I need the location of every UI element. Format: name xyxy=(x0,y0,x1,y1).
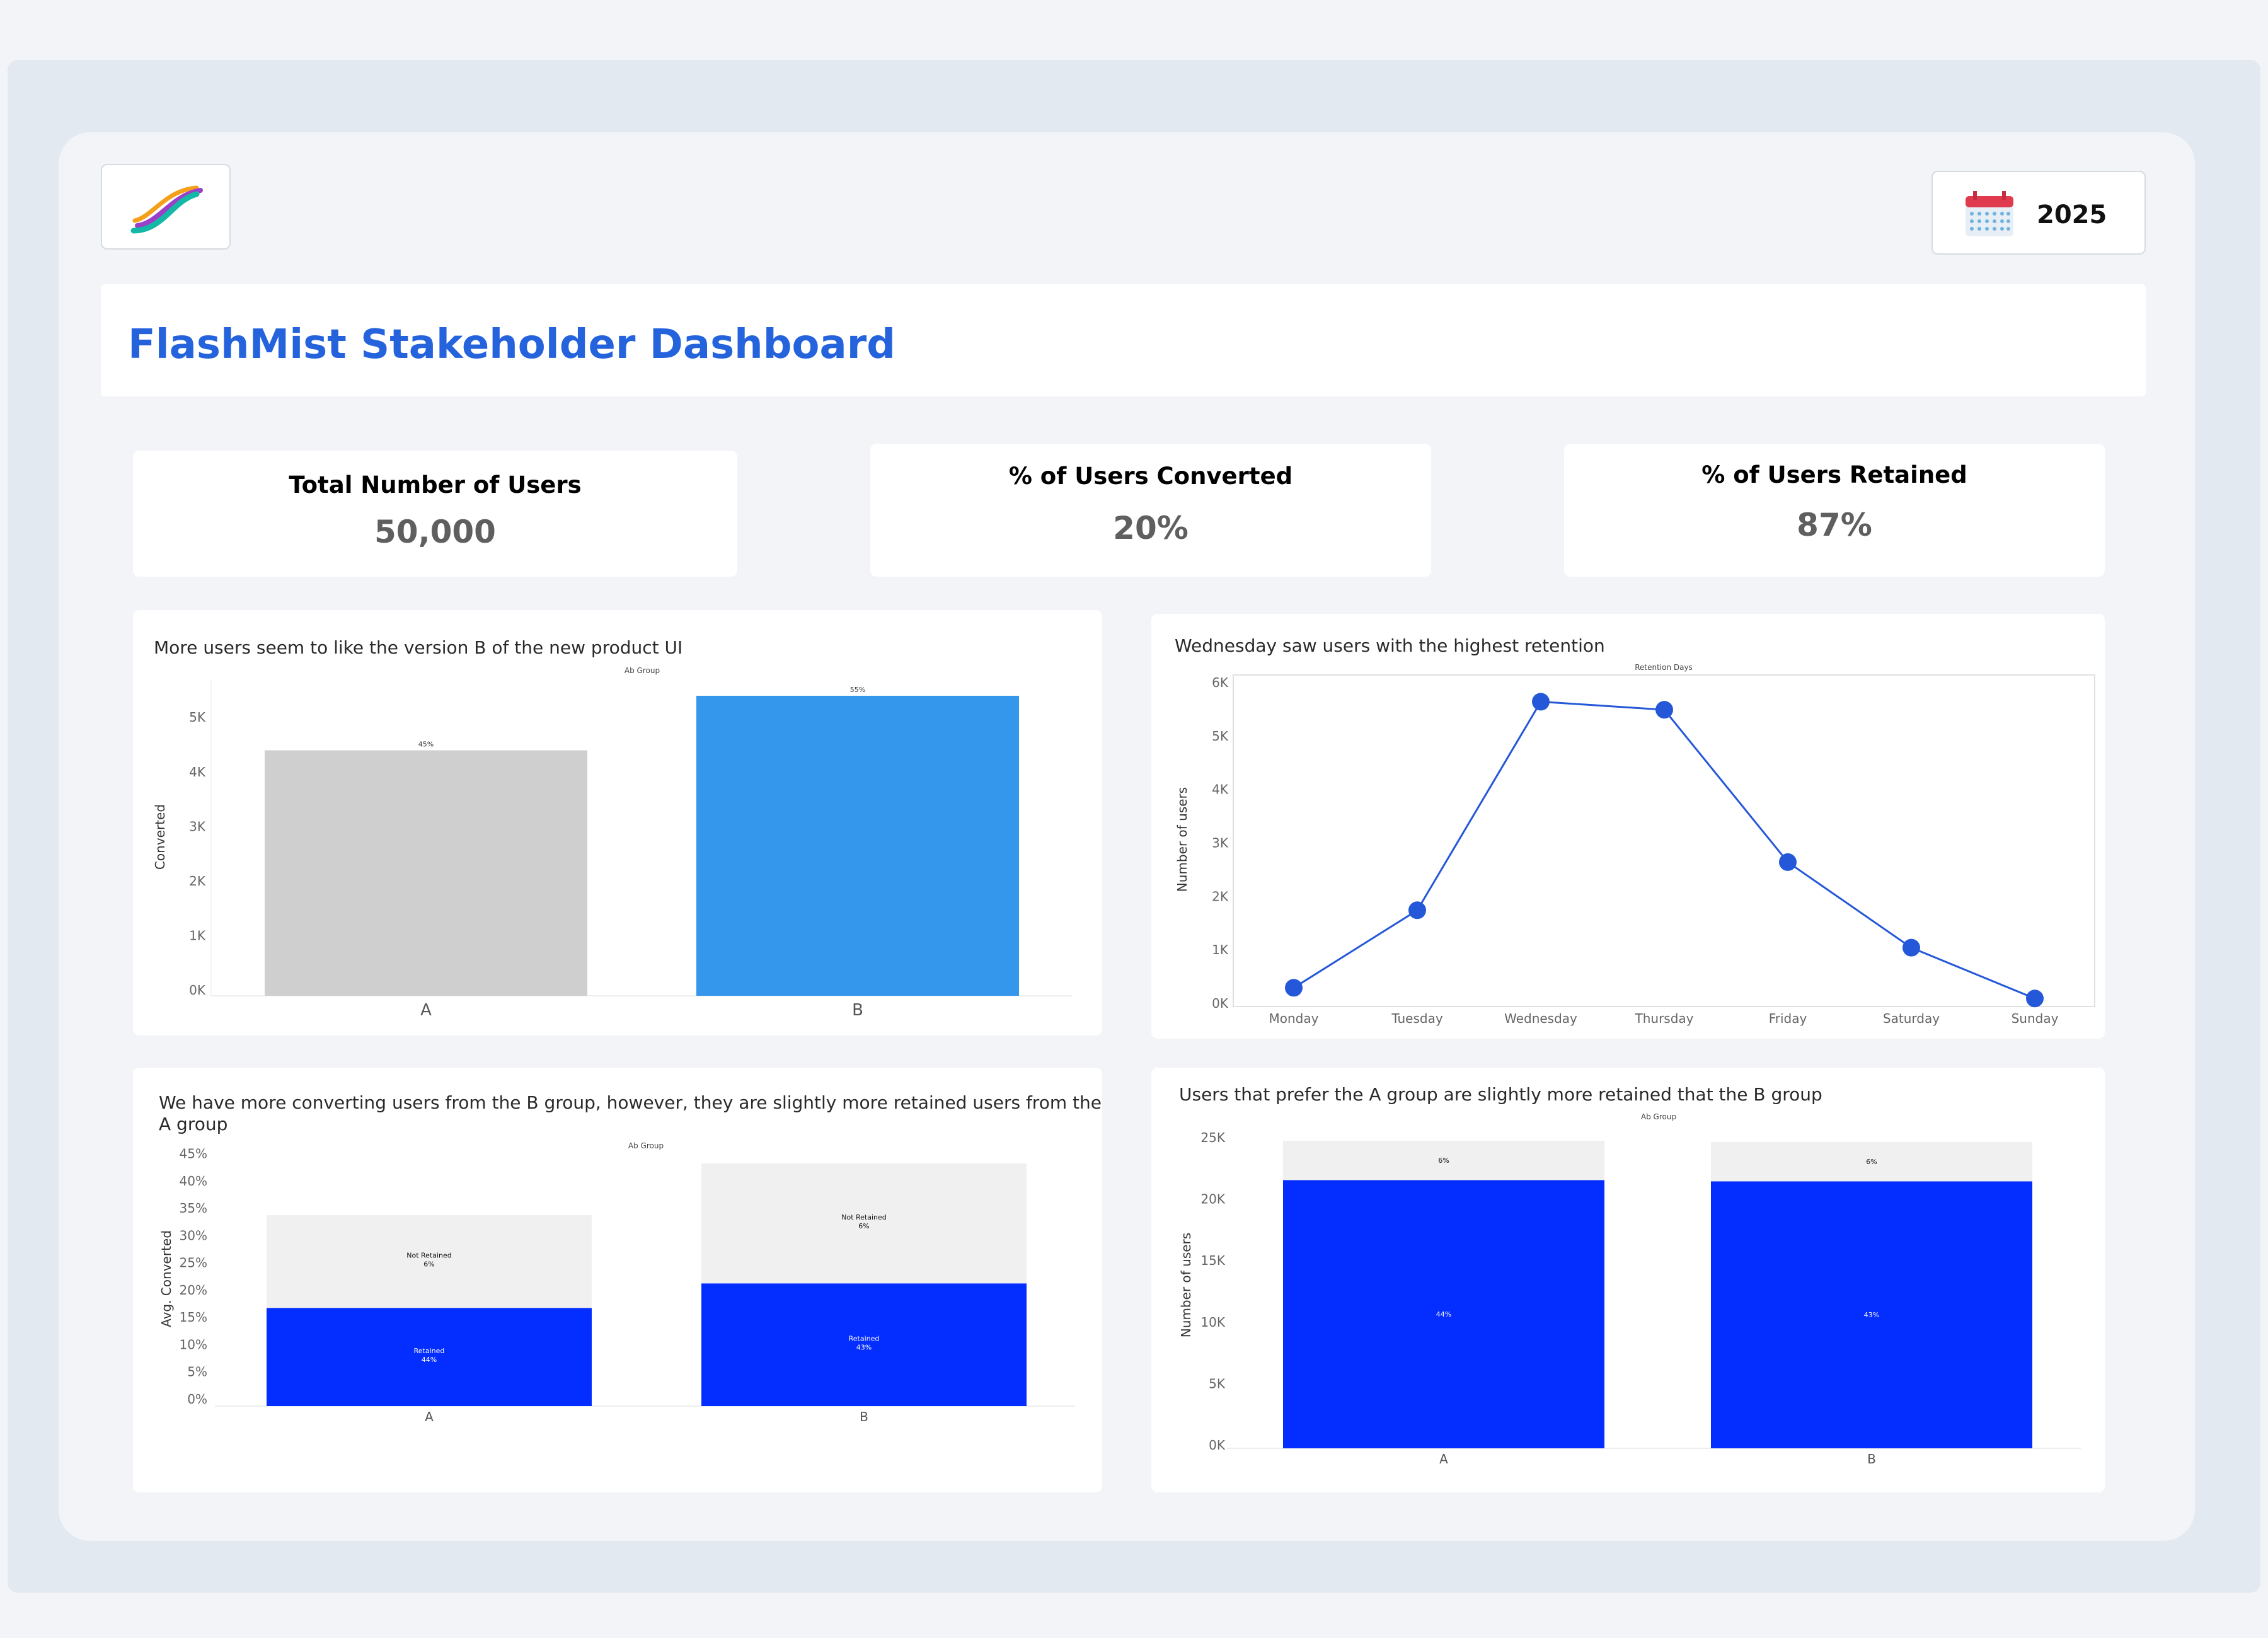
x-tick-label: B xyxy=(1867,1451,1876,1467)
flashmist-logo-icon xyxy=(130,185,203,234)
bar-B xyxy=(696,695,1019,996)
x-tick-label: Wednesday xyxy=(1504,1011,1577,1026)
y-tick-label: 10K xyxy=(1200,1315,1225,1330)
y-tick-label: 25% xyxy=(180,1255,207,1271)
y-tick-label: 5% xyxy=(187,1364,207,1380)
y-tick-label: 4K xyxy=(1212,782,1229,797)
kpi-label: Total Number of Users xyxy=(289,471,582,499)
logo[interactable] xyxy=(101,164,231,250)
series-line xyxy=(1293,700,2035,1000)
y-tick-label: 30% xyxy=(180,1228,207,1243)
legend-title: Ab Group xyxy=(1641,1112,1676,1121)
y-tick-label: 2K xyxy=(189,874,206,889)
x-tick-label: Saturday xyxy=(1883,1011,1940,1026)
y-tick-label: 3K xyxy=(189,819,206,834)
data-point xyxy=(1902,938,1920,957)
y-tick-label: 0K xyxy=(1209,1438,1226,1453)
data-point xyxy=(2026,989,2044,1008)
legend-title: Ab Group xyxy=(628,1141,664,1150)
y-tick-label: 6K xyxy=(1212,675,1229,690)
y-tick-label: 15K xyxy=(1200,1253,1225,1268)
bar-data-label: 55% xyxy=(850,686,865,694)
y-axis-label: Converted xyxy=(153,804,168,870)
y-tick-label: 4K xyxy=(189,764,206,780)
y-tick-label: 0K xyxy=(1212,996,1229,1011)
group-retention-panel: Users that prefer the A group are slight… xyxy=(1151,1068,2105,1492)
legend-title: Retention Days xyxy=(1635,663,1693,672)
plot-frame xyxy=(1233,674,2095,1007)
data-point xyxy=(1779,853,1797,871)
y-tick-label: 0% xyxy=(187,1392,207,1407)
page-title: FlashMist Stakeholder Dashboard xyxy=(128,321,896,368)
x-tick-label: A xyxy=(425,1409,434,1424)
x-tick-label: Friday xyxy=(1769,1011,1807,1026)
kpi-value: 87% xyxy=(1797,507,1872,543)
conversion-chart: Ab Group Converted 0K 1K 2K 3K 4K 5K 45% A 55% B xyxy=(153,666,1072,1020)
bar-data-label: 45% xyxy=(418,741,434,749)
legend-title: Ab Group xyxy=(625,666,660,675)
y-axis-label: Avg. Converted xyxy=(159,1230,174,1327)
group-retention-chart: Ab Group Number of users 0K 5K 10K 15K 20K 25… xyxy=(1178,1112,2081,1467)
kpi-card-retained: % of Users Retained 87% xyxy=(1564,444,2105,577)
y-tick-label: 3K xyxy=(1212,835,1229,850)
data-point xyxy=(1655,701,1673,719)
conversion-panel: More users seem to like the version B of… xyxy=(133,610,1102,1035)
kpi-label: % of Users Retained xyxy=(1701,461,1967,488)
y-tick-label: 20% xyxy=(180,1283,207,1298)
y-tick-label: 0K xyxy=(189,983,206,998)
data-point xyxy=(1408,901,1426,920)
kpi-value: 20% xyxy=(1113,510,1189,546)
kpi-card-total-users: Total Number of Users 50,000 xyxy=(133,451,737,577)
x-tick-label: A xyxy=(420,1001,432,1020)
segment-label: 6% xyxy=(1866,1158,1877,1166)
y-tick-label: 25K xyxy=(1200,1130,1225,1145)
y-tick-label: 1K xyxy=(1212,942,1229,957)
retention-days-panel: Wednesday saw users with the highest ret… xyxy=(1151,614,2105,1039)
y-tick-label: 35% xyxy=(180,1201,207,1216)
y-axis-label: Number of users xyxy=(1178,1233,1194,1337)
x-tick-label: Monday xyxy=(1269,1011,1319,1026)
x-tick-label: Tuesday xyxy=(1391,1011,1443,1026)
x-tick-label: A xyxy=(1439,1451,1448,1467)
converted-retained-chart: Ab Group Avg. Converted 0% 5% 10% 15% 20% 25%… xyxy=(159,1141,1075,1424)
bar-A xyxy=(265,750,587,996)
x-tick-label: Sunday xyxy=(2012,1011,2059,1026)
converted-retained-panel: We have more converting users from the B… xyxy=(133,1068,1102,1492)
retention-days-chart: Retention Days Number of users 0K 1K 2K 3K 4… xyxy=(1175,663,2095,1026)
data-point xyxy=(1532,693,1550,711)
segment-label: 6% xyxy=(1438,1156,1449,1165)
segment-label: 43% xyxy=(1864,1311,1879,1319)
year-label: 2025 xyxy=(2037,200,2107,229)
calendar-icon xyxy=(1966,191,2013,236)
y-tick-label: 5K xyxy=(1209,1376,1226,1391)
segment-label: 44% xyxy=(1436,1310,1451,1318)
y-tick-label: 45% xyxy=(180,1146,207,1162)
y-tick-label: 5K xyxy=(189,710,206,725)
kpi-label: % of Users Converted xyxy=(1008,463,1293,490)
data-point xyxy=(1285,979,1303,997)
x-tick-label: Thursday xyxy=(1635,1011,1694,1026)
x-tick-label: B xyxy=(860,1409,868,1424)
y-tick-label: 20K xyxy=(1200,1192,1225,1207)
y-tick-label: 15% xyxy=(180,1310,207,1325)
kpi-value: 50,000 xyxy=(374,514,496,550)
y-tick-label: 40% xyxy=(180,1174,207,1189)
y-axis-label: Number of users xyxy=(1175,787,1190,892)
y-tick-label: 1K xyxy=(189,928,206,943)
y-tick-label: 10% xyxy=(180,1337,207,1352)
kpi-card-converted: % of Users Converted 20% xyxy=(870,444,1431,577)
y-tick-label: 2K xyxy=(1212,889,1229,904)
x-tick-label: B xyxy=(852,1001,863,1020)
y-tick-label: 5K xyxy=(1212,729,1229,744)
